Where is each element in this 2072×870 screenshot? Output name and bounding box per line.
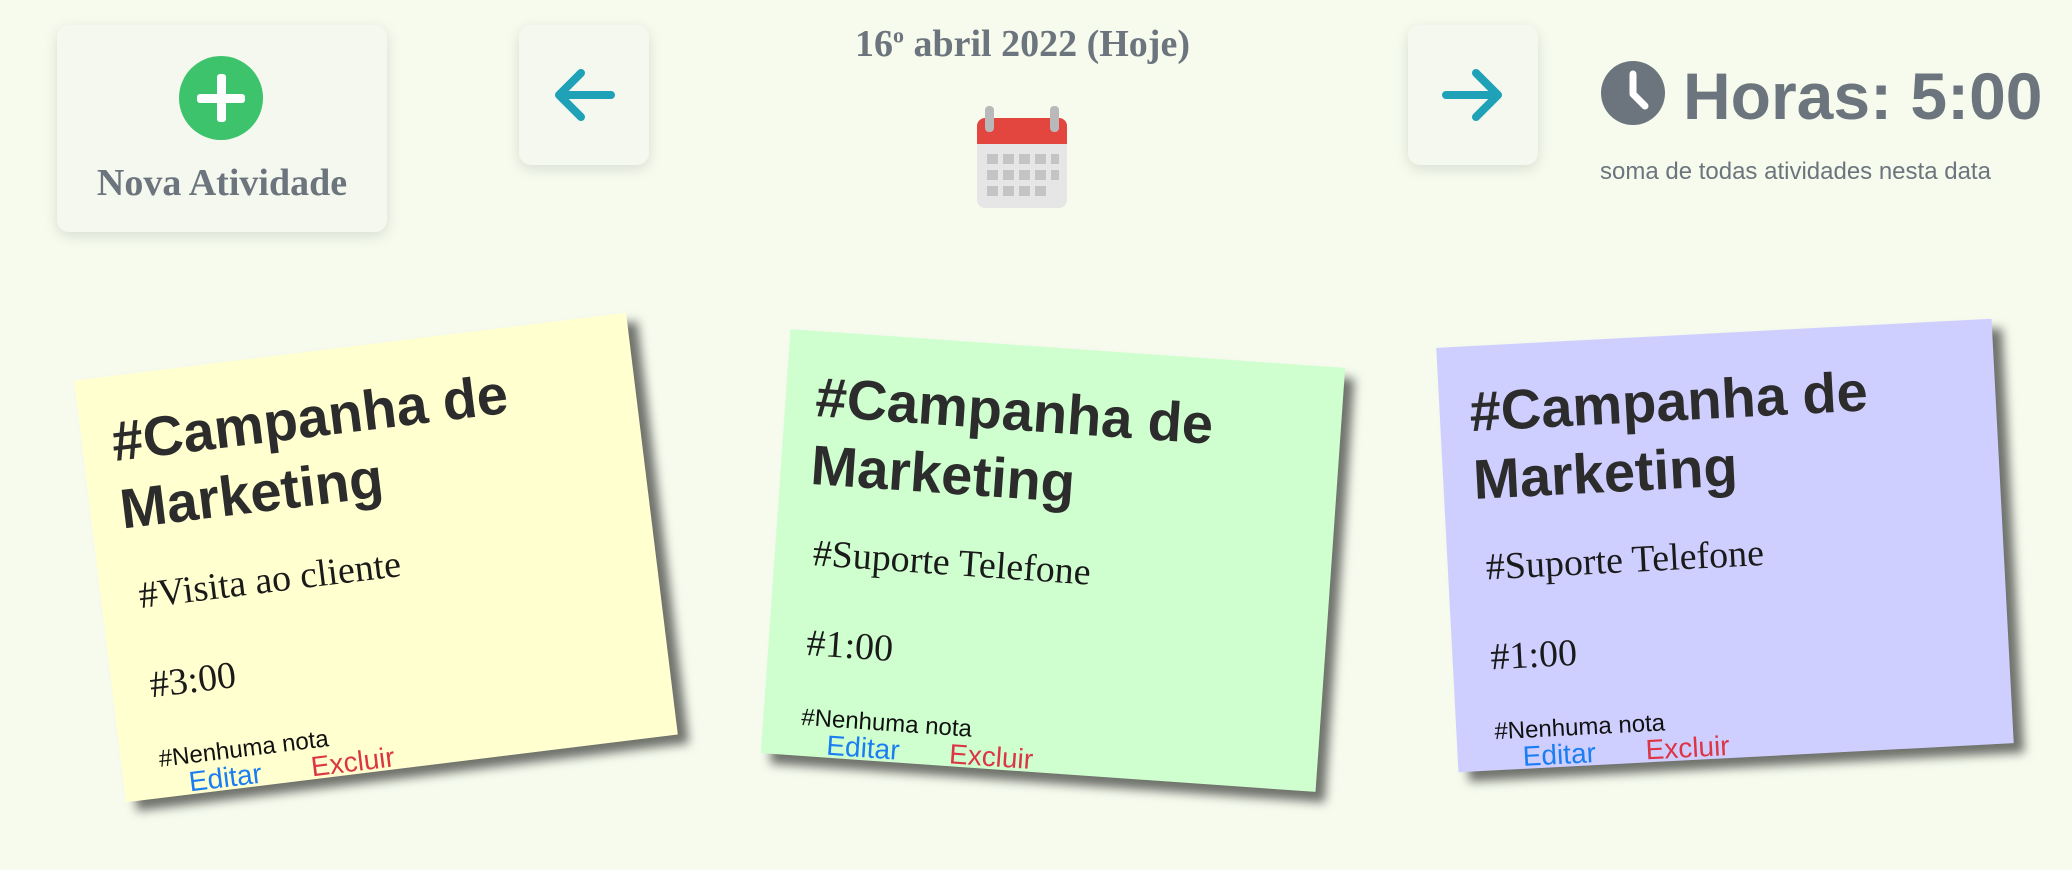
note-activity-type: #Visita ao cliente — [136, 543, 404, 618]
note-activity-type: #Suporte Telefone — [1484, 532, 1765, 589]
hours-caption: soma de todas atividades nesta data — [1600, 158, 1991, 185]
hours-total: Horas: 5:00 — [1683, 59, 2043, 133]
activity-note: #Campanha de Marketing #Suporte Telefone… — [1436, 318, 2014, 773]
activity-note: #Campanha de Marketing #Visita ao client… — [74, 312, 678, 803]
current-date-title: 16o abril 2022 (Hoje) — [780, 22, 1265, 66]
note-hours: #3:00 — [147, 654, 239, 707]
previous-day-button[interactable] — [519, 25, 649, 165]
date-ordinal: o — [892, 22, 904, 48]
date-day: 16 — [854, 23, 893, 65]
note-project-title: #Campanha de Marketing — [1467, 359, 1870, 512]
delete-link[interactable]: Excluir — [1645, 730, 1731, 766]
note-hours: #1:00 — [805, 622, 895, 671]
note-project-title: #Campanha de Marketing — [108, 362, 512, 541]
date-rest: abril 2022 (Hoje) — [903, 23, 1190, 65]
edit-link[interactable]: Editar — [1522, 737, 1597, 773]
new-activity-button[interactable]: Nova Atividade — [57, 25, 387, 232]
edit-link[interactable]: Editar — [825, 730, 900, 767]
clock-icon — [1601, 61, 1665, 125]
activity-note: #Campanha de Marketing #Suporte Telefone… — [760, 329, 1346, 792]
note-project-title: #Campanha de Marketing — [808, 365, 1216, 515]
calendar-icon[interactable] — [975, 104, 1069, 210]
arrow-right-icon — [1442, 69, 1502, 121]
next-day-button[interactable] — [1408, 25, 1538, 165]
delete-link[interactable]: Excluir — [948, 738, 1034, 776]
note-activity-type: #Suporte Telefone — [811, 532, 1093, 594]
plus-circle-icon — [179, 56, 263, 140]
new-activity-label: Nova Atividade — [96, 162, 348, 204]
note-hours: #1:00 — [1489, 631, 1579, 679]
arrow-left-icon — [555, 69, 615, 121]
